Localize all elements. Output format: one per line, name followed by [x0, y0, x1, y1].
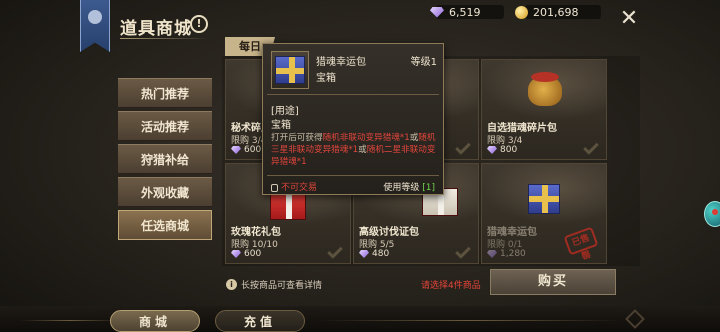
item-name: 猎魂幸运包 [487, 227, 537, 238]
diamond-amount: 6,519 [449, 5, 481, 19]
tooltip-use: 宝箱 [271, 120, 291, 131]
desc-text: 打开后可获得 [271, 133, 323, 143]
title-underline [120, 38, 210, 39]
sidebar-item-appearance[interactable]: 外观收藏 [118, 177, 212, 207]
lock-icon [271, 183, 278, 192]
sidebar-item-hot[interactable]: 热门推荐 [118, 78, 212, 108]
price-value: 600 [244, 249, 262, 259]
decor-line [20, 320, 120, 321]
check-icon [583, 139, 599, 155]
gold-coin-icon [515, 5, 528, 19]
item-price: 800 [487, 145, 517, 155]
diamond-icon [231, 250, 241, 258]
price-value: 600 [244, 145, 262, 155]
price-value: 480 [372, 249, 390, 259]
use-level-value: [1] [422, 183, 435, 193]
price-value: 1,280 [500, 249, 526, 259]
tooltip-item-name: 猎魂幸运包 [316, 57, 366, 68]
blue-gift-icon [528, 184, 560, 214]
tooltip-use-level: 使用等级 [1] [383, 180, 435, 193]
buy-button[interactable]: 购买 [490, 269, 616, 295]
check-icon [455, 139, 471, 155]
item-name: 高级讨伐证包 [359, 227, 419, 238]
tradable-text: 不可交易 [281, 183, 318, 193]
tooltip-description: 打开后可获得随机非联动变异猎魂*1或随机三星非联动变异猎魂*1或随机二星非联动变… [271, 132, 443, 168]
red-gift-icon [270, 192, 306, 220]
info-icon[interactable]: ! [190, 15, 208, 33]
price-value: 800 [500, 145, 518, 155]
blue-gift-icon [275, 56, 305, 84]
page-title: 道具商城 [120, 19, 192, 39]
hint-text: 长按商品可查看详情 [241, 281, 323, 291]
tooltip-item-type: 宝箱 [316, 73, 336, 84]
tooltip-tradable: 不可交易 [271, 180, 317, 193]
bottom-bar [0, 306, 720, 332]
tooltip-use-header: [用途] [271, 106, 299, 117]
divider [267, 175, 439, 176]
check-icon [455, 243, 471, 259]
gold-amount: 201,698 [533, 5, 579, 19]
gold-balance: 201,698 [515, 4, 601, 20]
notification-dot-icon [712, 209, 718, 215]
use-level-label: 使用等级 [383, 183, 420, 193]
sold-out-stamp: 已售罄 [563, 226, 599, 262]
diamond-icon [487, 250, 497, 258]
desc-text: 或 [409, 133, 419, 143]
check-icon [327, 243, 343, 259]
info-icon: i [226, 279, 237, 290]
item-card-soul-lucky-pack[interactable]: 猎魂幸运包 限购 0/1 1,280 已售罄 [481, 163, 607, 264]
diamond-icon [231, 146, 241, 154]
diamond-icon [487, 146, 497, 154]
item-tooltip: 猎魂幸运包 等级1 宝箱 [用途] 宝箱 打开后可获得随机非联动变异猎魂*1或随… [262, 43, 444, 195]
item-price: 480 [359, 249, 389, 259]
desc-text: 或 [358, 145, 367, 155]
diamond-icon [359, 250, 369, 258]
select-prompt: 请选择4件商品 [421, 281, 481, 291]
decor-line [320, 320, 620, 321]
sack-tie-icon [531, 72, 559, 82]
desc-highlight: 随机非联动变异猎魂*1 [322, 133, 410, 143]
emblem-icon [88, 10, 102, 24]
item-name: 玫瑰花礼包 [231, 227, 281, 238]
diamond-balance: 6,519 [426, 4, 504, 20]
tooltip-item-frame [271, 51, 309, 89]
item-price: 600 [231, 249, 261, 259]
item-price: 1,280 [487, 249, 526, 259]
item-card-soul-fragment-pack[interactable]: 自选猎魂碎片包 限购 3/4 800 [481, 59, 607, 160]
long-press-hint: i 长按商品可查看详情 [226, 278, 322, 291]
sidebar-item-event[interactable]: 活动推荐 [118, 111, 212, 141]
sidebar-item-optional-shop[interactable]: 任选商城 [118, 210, 212, 240]
tab-recharge[interactable]: 充值 [215, 310, 305, 332]
item-name: 自选猎魂碎片包 [487, 123, 557, 134]
sidebar-item-hunt-supply[interactable]: 狩猎补给 [118, 144, 212, 174]
item-price: 600 [231, 145, 261, 155]
close-icon[interactable]: ✕ [618, 8, 640, 31]
tab-shop[interactable]: 商城 [110, 310, 200, 332]
divider [267, 94, 439, 95]
tooltip-item-level: 等级1 [410, 57, 437, 68]
